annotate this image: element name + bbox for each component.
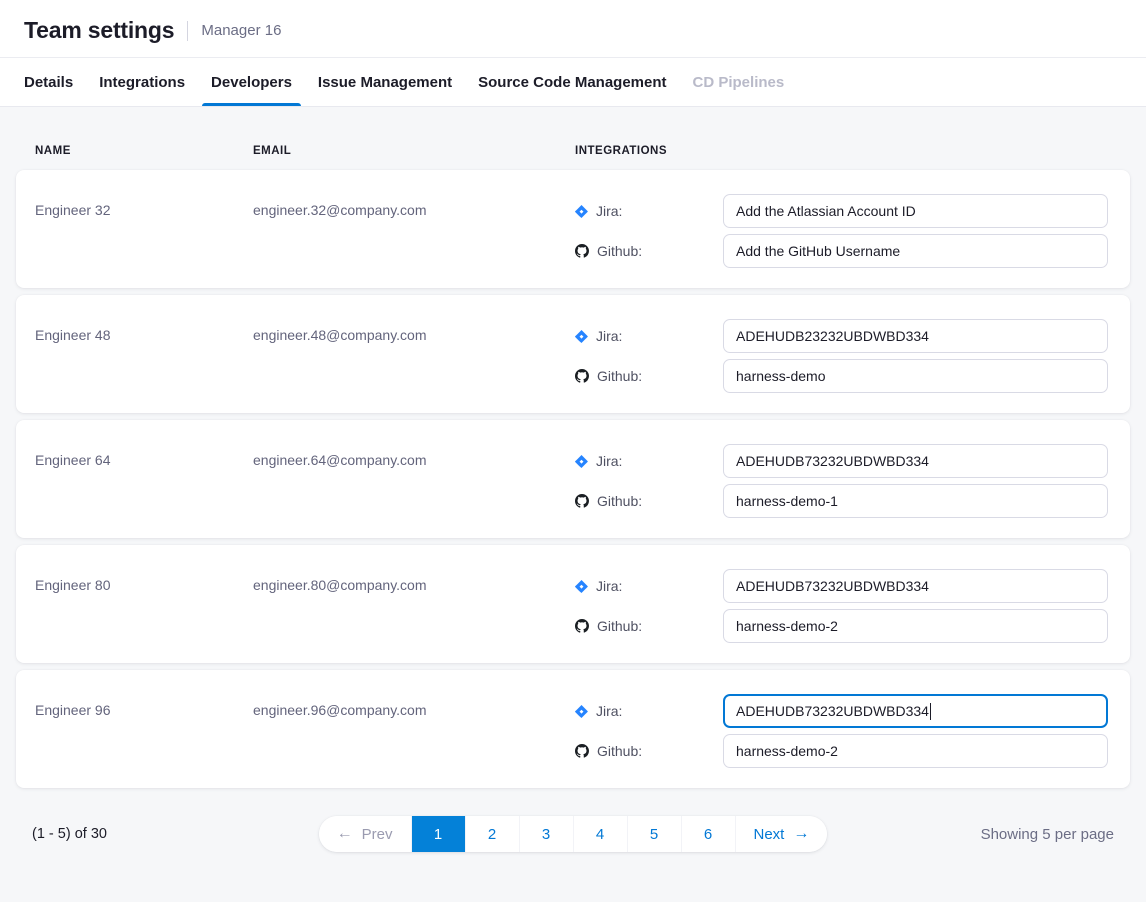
github-input[interactable]: harness-demo-2	[723, 609, 1108, 643]
developer-email: engineer.64@company.com	[253, 444, 575, 538]
page-button-6[interactable]: 6	[681, 816, 735, 852]
github-input[interactable]: harness-demo-1	[723, 484, 1108, 518]
per-page-label: Showing 5 per page	[827, 826, 1114, 843]
column-header-name: NAME	[35, 145, 253, 157]
prev-page-button[interactable]: ← Prev	[319, 816, 411, 852]
developer-email: engineer.48@company.com	[253, 319, 575, 413]
column-header-integrations: INTEGRATIONS	[575, 145, 1106, 157]
github-label: Github:	[575, 368, 723, 384]
integrations-cell: Jira: ADEHUDB23232UBDWBD334 Github: harn…	[575, 319, 1108, 413]
github-input[interactable]: harness-demo-2	[723, 734, 1108, 768]
developer-name: Engineer 64	[35, 444, 253, 538]
jira-label: Jira:	[575, 203, 723, 219]
page-subtitle: Manager 16	[201, 22, 281, 39]
jira-label: Jira:	[575, 578, 723, 594]
github-input[interactable]: Add the GitHub Username	[723, 234, 1108, 268]
page-header: Team settings Manager 16	[0, 0, 1146, 57]
page-button-2[interactable]: 2	[465, 816, 519, 852]
tab-integrations[interactable]: Integrations	[99, 58, 185, 106]
jira-icon	[575, 330, 588, 343]
tab-developers[interactable]: Developers	[211, 58, 292, 106]
developer-email: engineer.80@company.com	[253, 569, 575, 663]
developers-panel: NAME EMAIL INTEGRATIONS Engineer 32 engi…	[0, 107, 1146, 852]
tab-source-code-management[interactable]: Source Code Management	[478, 58, 666, 106]
tab-cd-pipelines: CD Pipelines	[693, 58, 785, 106]
title-divider	[187, 21, 188, 41]
page-button-4[interactable]: 4	[573, 816, 627, 852]
table-row: Engineer 48 engineer.48@company.com Jira…	[16, 295, 1130, 413]
page-button-3[interactable]: 3	[519, 816, 573, 852]
tab-bar: Details Integrations Developers Issue Ma…	[0, 57, 1146, 107]
page-button-5[interactable]: 5	[627, 816, 681, 852]
developer-name: Engineer 32	[35, 194, 253, 288]
jira-label: Jira:	[575, 328, 723, 344]
jira-icon	[575, 705, 588, 718]
integrations-cell: Jira: Add the Atlassian Account ID Githu…	[575, 194, 1108, 288]
table-row: Engineer 80 engineer.80@company.com Jira…	[16, 545, 1130, 663]
jira-input[interactable]: ADEHUDB23232UBDWBD334	[723, 319, 1108, 353]
github-icon	[575, 744, 589, 758]
page-title: Team settings	[24, 17, 174, 44]
github-label: Github:	[575, 743, 723, 759]
github-icon	[575, 619, 589, 633]
developer-rows: Engineer 32 engineer.32@company.com Jira…	[16, 170, 1130, 788]
github-label: Github:	[575, 493, 723, 509]
column-header-email: EMAIL	[253, 145, 575, 157]
github-icon	[575, 494, 589, 508]
jira-input[interactable]: Add the Atlassian Account ID	[723, 194, 1108, 228]
developer-name: Engineer 48	[35, 319, 253, 413]
pager: ← Prev 1 2 3 4 5 6 Next →	[319, 816, 828, 852]
github-icon	[575, 369, 589, 383]
github-label: Github:	[575, 243, 723, 259]
pagination-bar: (1 - 5) of 30 ← Prev 1 2 3 4 5 6 Next → …	[32, 816, 1114, 852]
github-input[interactable]: harness-demo	[723, 359, 1108, 393]
jira-input[interactable]: ADEHUDB73232UBDWBD334	[723, 694, 1108, 728]
jira-icon	[575, 580, 588, 593]
jira-input[interactable]: ADEHUDB73232UBDWBD334	[723, 569, 1108, 603]
jira-input[interactable]: ADEHUDB73232UBDWBD334	[723, 444, 1108, 478]
integrations-cell: Jira: ADEHUDB73232UBDWBD334 Github: harn…	[575, 694, 1108, 788]
prev-label: Prev	[362, 826, 393, 843]
next-page-button[interactable]: Next →	[735, 816, 828, 852]
jira-label: Jira:	[575, 703, 723, 719]
next-label: Next	[754, 826, 785, 843]
developer-name: Engineer 80	[35, 569, 253, 663]
developer-email: engineer.96@company.com	[253, 694, 575, 788]
integrations-cell: Jira: ADEHUDB73232UBDWBD334 Github: harn…	[575, 569, 1108, 663]
prev-arrow-icon: ←	[337, 826, 353, 842]
table-row: Engineer 96 engineer.96@company.com Jira…	[16, 670, 1130, 788]
github-label: Github:	[575, 618, 723, 634]
next-arrow-icon: →	[793, 826, 809, 842]
developer-email: engineer.32@company.com	[253, 194, 575, 288]
jira-label: Jira:	[575, 453, 723, 469]
text-caret	[930, 703, 932, 720]
developer-name: Engineer 96	[35, 694, 253, 788]
tab-issue-management[interactable]: Issue Management	[318, 58, 452, 106]
table-header-row: NAME EMAIL INTEGRATIONS	[16, 145, 1130, 170]
table-row: Engineer 64 engineer.64@company.com Jira…	[16, 420, 1130, 538]
integrations-cell: Jira: ADEHUDB73232UBDWBD334 Github: harn…	[575, 444, 1108, 538]
jira-icon	[575, 455, 588, 468]
jira-icon	[575, 205, 588, 218]
page-button-1[interactable]: 1	[411, 816, 465, 852]
tab-details[interactable]: Details	[24, 58, 73, 106]
table-row: Engineer 32 engineer.32@company.com Jira…	[16, 170, 1130, 288]
page-range-label: (1 - 5) of 30	[32, 826, 319, 842]
github-icon	[575, 244, 589, 258]
